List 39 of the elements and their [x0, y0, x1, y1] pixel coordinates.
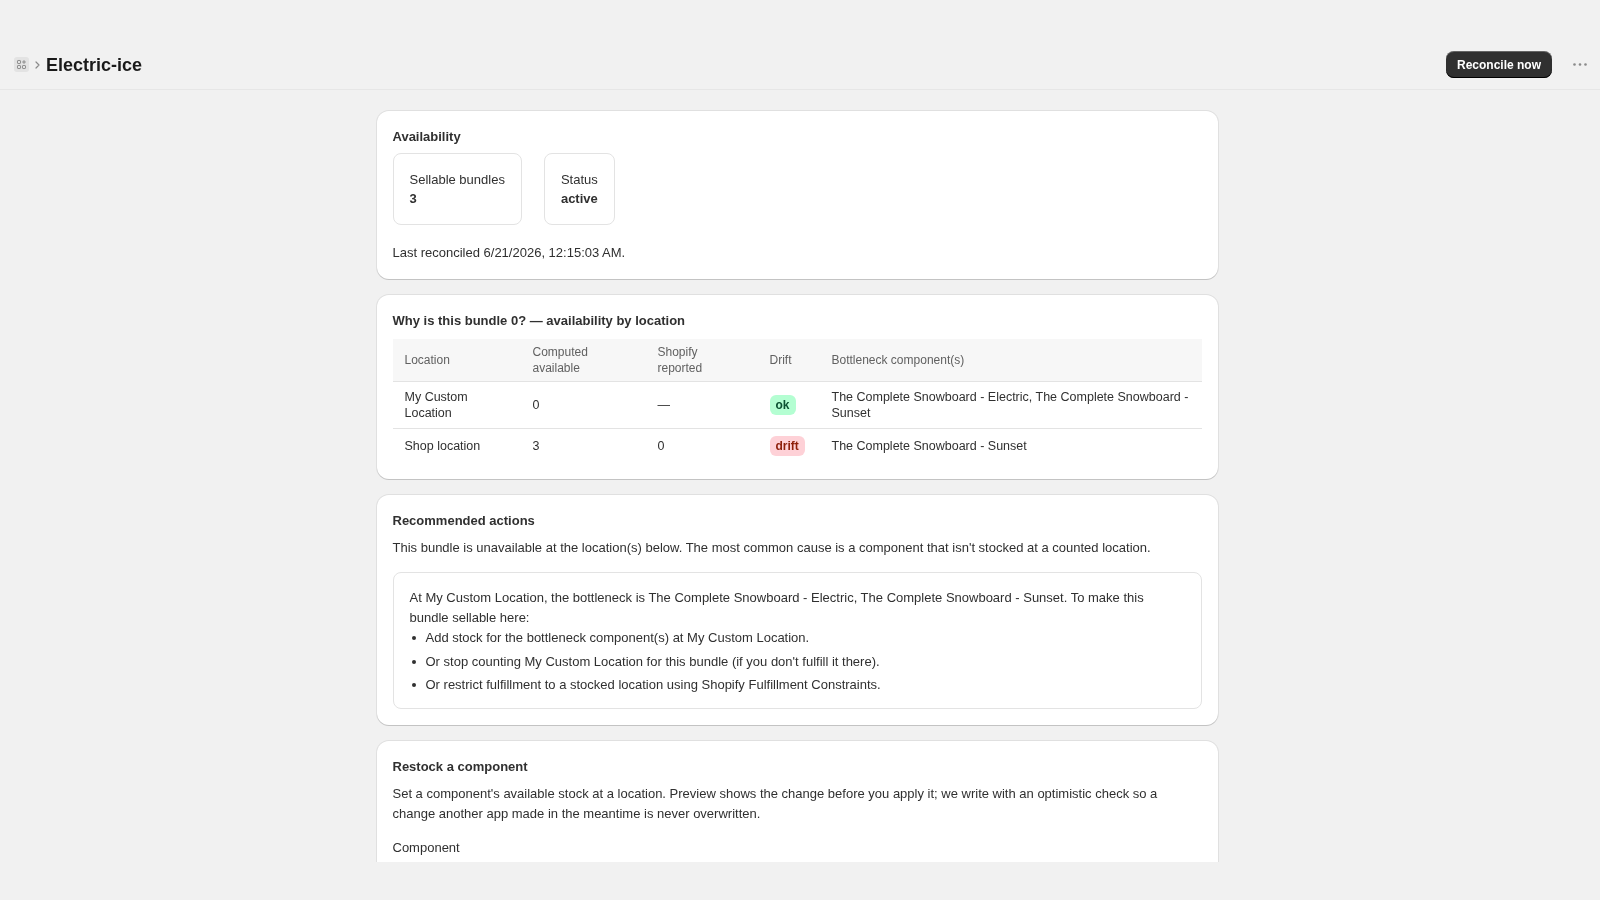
column-header: Computed available: [531, 344, 589, 376]
chevron-right-icon: [35, 60, 40, 69]
recommendation-intro: This bundle is unavailable at the location(s) below. The most common cause is a component that isn't stocked at a counted location.: [392, 539, 1152, 557]
table-cell-text: 0: [531, 397, 541, 413]
last-reconciled-text: Last reconciled 6/21/2026, 12:15:03 AM.: [392, 244, 627, 262]
stat-value: active: [560, 190, 598, 208]
card-title: Recommended actions: [392, 512, 536, 530]
card-title: Why is this bundle 0? — availability by location: [392, 312, 687, 330]
card-title: Availability: [392, 128, 462, 146]
drift-badge: drift: [769, 436, 805, 456]
column-header: Location: [403, 352, 451, 368]
table-cell-text: My Custom Location: [403, 389, 469, 421]
field-label: Component: [392, 839, 461, 857]
table-cell-text: The Complete Snowboard - Sunset: [830, 438, 1028, 454]
bullet-icon: [411, 659, 416, 664]
stat-label: Status: [560, 171, 598, 189]
card-title: Restock a component: [392, 758, 529, 776]
restock-description: Set a component's available stock at a location. Preview shows the change before you apply it; we write with an optimistic check so a change another app made in the meantime is never overwritten.: [392, 785, 1159, 823]
reconcile-button[interactable]: Reconcile now: [1445, 51, 1552, 78]
step-text: Or restrict fulfillment to a stocked location using Shopify Fulfillment Constraints.: [425, 676, 881, 694]
stat-value: 3: [409, 190, 418, 208]
table-cell-text: 3: [531, 438, 541, 454]
column-header: Bottleneck component(s): [830, 352, 966, 368]
callout-text: At My Custom Location, the bottleneck is The Complete Snowboard - Electric, The Complete Snowboard - Sunset. To make this bundle sellable here:: [409, 589, 1145, 627]
table-cell-text: The Complete Snowboard - Electric, The Complete Snowboard - Sunset: [830, 389, 1190, 421]
table-cell-text: Shop location: [403, 438, 482, 454]
table-cell-text: 0: [656, 438, 666, 454]
bullet-icon: [411, 636, 416, 640]
stat-label: Sellable bundles: [409, 171, 505, 189]
apps-icon[interactable]: [14, 57, 29, 72]
drift-badge: ok: [769, 395, 796, 415]
column-header: Drift: [768, 352, 793, 368]
column-header: Shopify reported: [656, 344, 704, 376]
page-title: Electric-ice: [46, 53, 143, 77]
more-horizontal-icon: [1573, 63, 1587, 66]
bullet-icon: [411, 683, 416, 687]
table-cell-text: —: [656, 397, 671, 413]
step-text: Or stop counting My Custom Location for this bundle (if you don't fulfill it there).: [425, 652, 880, 671]
step-text: Add stock for the bottleneck component(s) at My Custom Location.: [425, 629, 810, 647]
